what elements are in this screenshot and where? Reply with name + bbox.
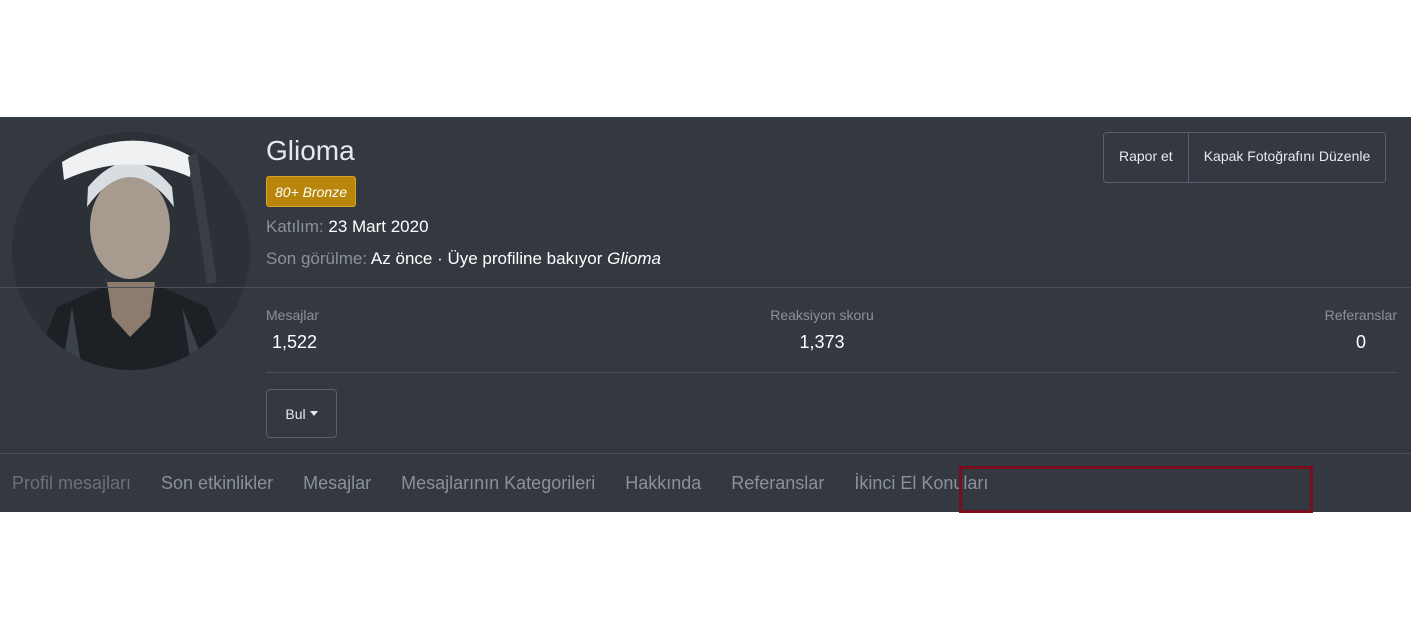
last-seen-value: Az önce · Üye profiline bakıyor bbox=[370, 249, 603, 268]
stat-references: Referanslar 0 bbox=[1325, 307, 1397, 353]
stat-reactions-label: Reaksiyon skoru bbox=[770, 307, 874, 323]
last-seen-info: Son görülme: Az önce · Üye profiline bak… bbox=[266, 249, 661, 269]
tab-references[interactable]: Referanslar bbox=[731, 473, 824, 494]
stat-reactions: Reaksiyon skoru 1,373 bbox=[769, 307, 875, 353]
avatar-image bbox=[12, 132, 250, 370]
find-button-label: Bul bbox=[285, 405, 306, 422]
tab-messages[interactable]: Mesajlar bbox=[303, 473, 371, 494]
profile-action-buttons: Rapor et Kapak Fotoğrafını Düzenle bbox=[1103, 132, 1387, 183]
avatar[interactable] bbox=[12, 132, 250, 370]
tab-profile-posts[interactable]: Profil mesajları bbox=[12, 473, 131, 494]
joined-value[interactable]: 23 Mart 2020 bbox=[328, 217, 428, 236]
tab-message-categories[interactable]: Mesajlarının Kategorileri bbox=[401, 473, 595, 494]
tab-latest-activity[interactable]: Son etkinlikler bbox=[161, 473, 273, 494]
stat-references-value[interactable]: 0 bbox=[1325, 332, 1397, 353]
highlight-box bbox=[959, 466, 1313, 513]
divider bbox=[0, 453, 1411, 454]
user-title-badge: 80+ Bronze bbox=[266, 176, 356, 207]
joined-info: Katılım: 23 Mart 2020 bbox=[266, 217, 429, 237]
joined-label: Katılım: bbox=[266, 217, 324, 236]
username: Glioma bbox=[266, 135, 355, 166]
divider bbox=[266, 372, 1397, 373]
report-button[interactable]: Rapor et bbox=[1104, 133, 1188, 182]
profile-header: Glioma 80+ Bronze Katılım: 23 Mart 2020 … bbox=[0, 117, 1411, 513]
last-seen-label: Son görülme: bbox=[266, 249, 368, 268]
last-seen-user-link[interactable]: Glioma bbox=[607, 249, 661, 268]
tab-about[interactable]: Hakkında bbox=[625, 473, 701, 494]
stat-reactions-value: 1,373 bbox=[799, 332, 845, 352]
edit-cover-button[interactable]: Kapak Fotoğrafını Düzenle bbox=[1187, 133, 1386, 182]
stat-messages: Mesajlar 1,522 bbox=[266, 307, 319, 353]
stat-messages-label: Mesajlar bbox=[266, 307, 319, 323]
caret-down-icon bbox=[309, 411, 318, 416]
divider bbox=[0, 287, 1411, 288]
stat-messages-value[interactable]: 1,522 bbox=[266, 332, 319, 353]
find-dropdown-button[interactable]: Bul bbox=[266, 389, 337, 438]
stat-references-label: Referanslar bbox=[1324, 307, 1397, 323]
profile-tabs: Profil mesajları Son etkinlikler Mesajla… bbox=[12, 473, 988, 494]
